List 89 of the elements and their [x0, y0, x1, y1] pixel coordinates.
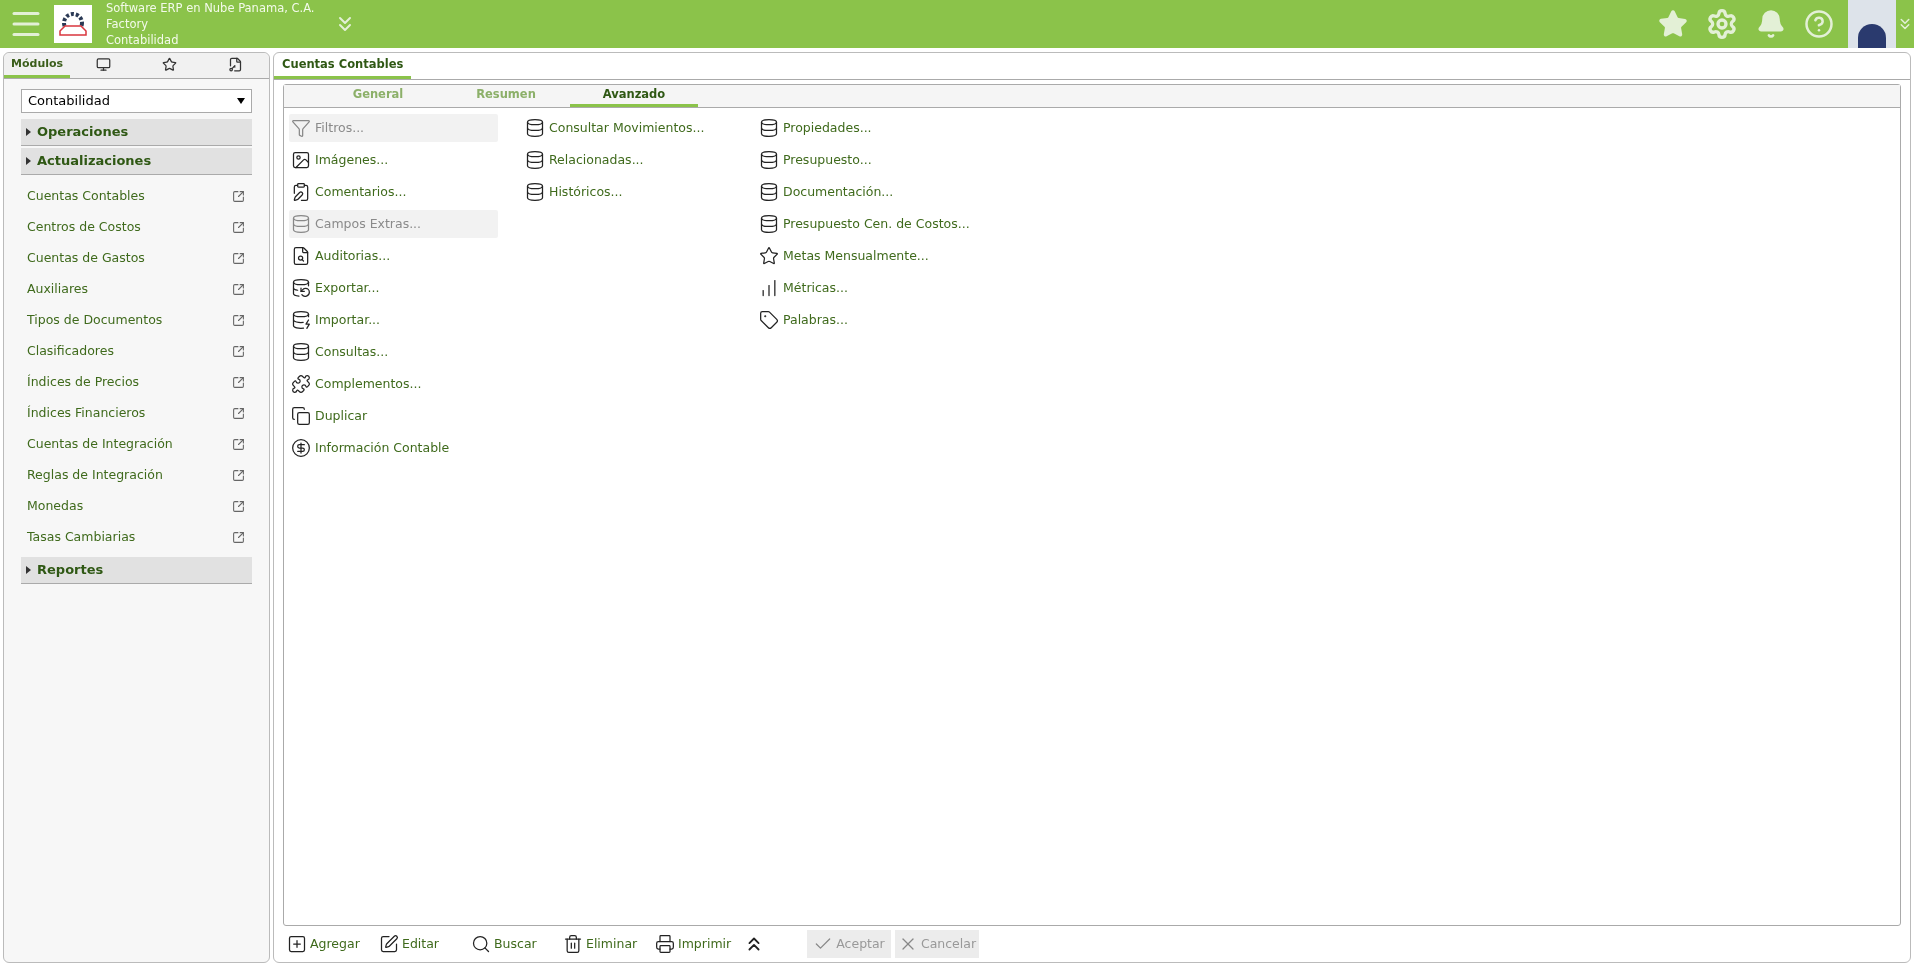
menu-item[interactable]: Comentarios...: [289, 178, 498, 206]
key-document-icon: [228, 56, 244, 72]
sidebar-item[interactable]: Centros de Costos: [21, 212, 252, 243]
menu-item[interactable]: Complementos...: [289, 370, 498, 398]
menu-item[interactable]: Imágenes...: [289, 146, 498, 174]
sidebar-item[interactable]: Cuentas de Integración: [21, 429, 252, 460]
sidebar-item[interactable]: Cuentas Contables: [21, 181, 252, 212]
external-link-icon: [232, 252, 245, 265]
menu-item[interactable]: Relacionadas...: [523, 146, 732, 174]
edit-icon: [379, 934, 399, 954]
external-link-icon: [232, 190, 245, 203]
external-link-icon: [232, 314, 245, 327]
external-link-icon: [232, 376, 245, 389]
document-search-icon: [291, 246, 311, 266]
database-icon: [525, 118, 545, 138]
sidebar-item[interactable]: Índices Financieros: [21, 398, 252, 429]
module-name: Contabilidad: [106, 32, 180, 48]
menu-item[interactable]: Presupuesto...: [757, 146, 966, 174]
section-header[interactable]: Reportes: [21, 557, 252, 584]
menu-item[interactable]: Auditorias...: [289, 242, 498, 270]
external-link-icon: [232, 345, 245, 358]
external-link-icon: [232, 283, 245, 296]
notifications-button[interactable]: [1756, 9, 1786, 39]
module-select[interactable]: Contabilidad: [21, 89, 252, 113]
menu-item[interactable]: Métricas...: [757, 274, 966, 302]
caret-icon: [26, 157, 31, 165]
external-link-icon: [232, 500, 245, 513]
sidebar-item[interactable]: Reglas de Integración: [21, 460, 252, 491]
favorites-button[interactable]: [1658, 9, 1688, 39]
external-link-icon: [232, 407, 245, 420]
menu-item[interactable]: Metas Mensualmente...: [757, 242, 966, 270]
menu-item[interactable]: Importar...: [289, 306, 498, 334]
sidebar-item[interactable]: Tasas Cambiarias: [21, 522, 252, 553]
image-icon: [291, 150, 311, 170]
star-icon: [759, 246, 779, 266]
help-button[interactable]: [1804, 9, 1834, 39]
document-tab[interactable]: Cuentas Contables: [274, 53, 412, 79]
caret-icon: [26, 128, 31, 136]
database-arrow-icon: [291, 310, 311, 330]
section-header[interactable]: Operaciones: [21, 119, 252, 146]
menu-item[interactable]: Propiedades...: [757, 114, 966, 142]
sidebar-item[interactable]: Tipos de Documentos: [21, 305, 252, 336]
clipboard-icon: [291, 182, 311, 202]
search-icon: [471, 934, 491, 954]
database-icon: [525, 182, 545, 202]
dropdown-caret-icon: [237, 98, 245, 104]
database-icon: [291, 214, 311, 234]
menu-item[interactable]: Documentación...: [757, 178, 966, 206]
database-icon: [759, 182, 779, 202]
sidebar-item[interactable]: Índices de Precios: [21, 367, 252, 398]
avatar-placeholder[interactable]: [1848, 0, 1896, 48]
database-name: Factory: [106, 16, 149, 32]
company-logo: [54, 5, 92, 43]
menu-item[interactable]: Palabras...: [757, 306, 966, 334]
company-name: Software ERP en Nube Panama, C.A.: [106, 0, 315, 16]
star-icon: [162, 56, 178, 72]
printer-icon: [655, 934, 675, 954]
database-icon: [291, 342, 311, 362]
sidebar-item[interactable]: Auxiliares: [21, 274, 252, 305]
caret-icon: [26, 566, 31, 574]
database-arrow-icon: [291, 278, 311, 298]
trash-icon: [563, 934, 583, 954]
menu-item[interactable]: Consultas...: [289, 338, 498, 366]
menu-item[interactable]: Información Contable: [289, 434, 498, 462]
tag-icon: [759, 310, 779, 330]
menu-item[interactable]: Exportar...: [289, 274, 498, 302]
menu-item[interactable]: Históricos...: [523, 178, 732, 206]
sidebar-item[interactable]: Cuentas de Gastos: [21, 243, 252, 274]
menu-item[interactable]: Consultar Movimientos...: [523, 114, 732, 142]
filter-icon: [291, 118, 311, 138]
sidebar-item[interactable]: Monedas: [21, 491, 252, 522]
monitor-icon: [95, 56, 111, 72]
external-link-icon: [232, 469, 245, 482]
database-icon: [759, 214, 779, 234]
external-link-icon: [232, 531, 245, 544]
external-link-icon: [232, 221, 245, 234]
section-header[interactable]: Actualizaciones: [21, 148, 252, 175]
add-icon: [287, 934, 307, 954]
copy-icon: [291, 406, 311, 426]
external-link-icon: [232, 438, 245, 451]
puzzle-icon: [291, 374, 311, 394]
settings-button[interactable]: [1706, 8, 1738, 40]
database-icon: [525, 150, 545, 170]
database-icon: [759, 118, 779, 138]
database-icon: [759, 150, 779, 170]
sidebar-item[interactable]: Clasificadores: [21, 336, 252, 367]
dollar-icon: [291, 438, 311, 458]
sub-tab[interactable]: Avanzado: [570, 85, 698, 107]
menu-item[interactable]: Duplicar: [289, 402, 498, 430]
